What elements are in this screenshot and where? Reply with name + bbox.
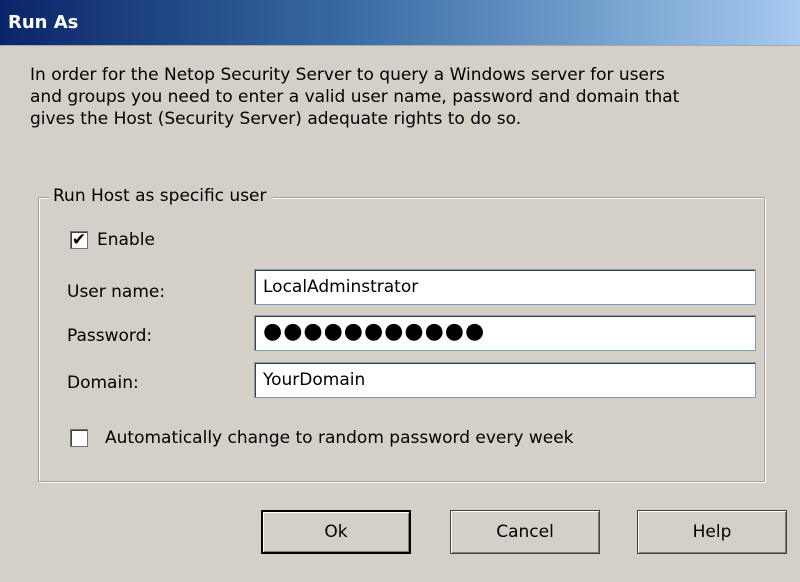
- groupbox-legend: Run Host as specific user: [49, 185, 273, 207]
- username-label: User name:: [67, 282, 166, 302]
- username-input[interactable]: LocalAdminstrator: [254, 269, 756, 305]
- dialog-title-bar[interactable]: Run As: [0, 0, 800, 46]
- auto-change-checkbox[interactable]: [70, 429, 88, 447]
- cancel-button[interactable]: Cancel: [450, 510, 600, 554]
- domain-input[interactable]: YourDomain: [254, 362, 756, 398]
- enable-checkbox[interactable]: ✔: [70, 231, 88, 249]
- intro-description: In order for the Netop Security Server t…: [30, 65, 680, 129]
- auto-change-label[interactable]: Automatically change to random password …: [105, 427, 574, 449]
- ok-button[interactable]: Ok: [261, 510, 411, 554]
- dialog-title: Run As: [8, 12, 79, 33]
- help-button[interactable]: Help: [637, 510, 787, 554]
- checkmark-icon: ✔: [71, 230, 87, 250]
- enable-label[interactable]: Enable: [97, 229, 155, 251]
- password-label: Password:: [67, 326, 153, 346]
- domain-label: Domain:: [67, 373, 139, 393]
- password-input[interactable]: ●●●●●●●●●●●: [254, 315, 756, 351]
